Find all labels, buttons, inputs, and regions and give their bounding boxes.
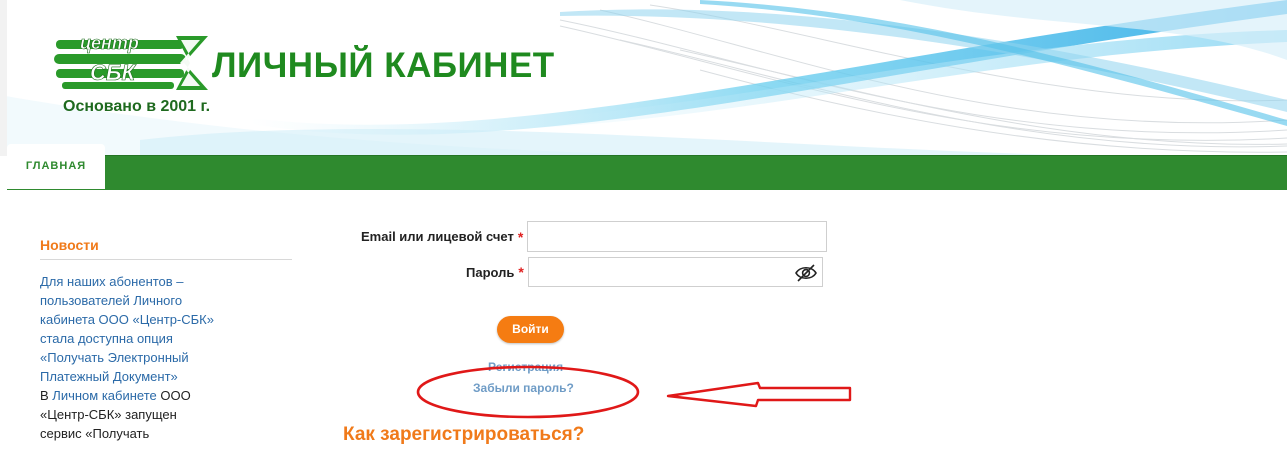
main-navbar [7,155,1287,190]
arrow-left-icon [666,381,852,408]
news-item-link[interactable]: Для наших абонентов – пользователей Личн… [40,272,220,386]
header-left-strip [0,0,7,156]
required-mark: * [517,228,524,245]
required-mark: * [518,264,524,280]
news-item-prefix: В [40,388,53,403]
site-title: ЛИЧНЫЙ КАБИНЕТ [212,46,555,85]
register-link[interactable]: Регистрация [488,360,563,374]
email-row: Email или лицевой счет * [361,221,828,252]
password-row: Пароль * [466,257,823,287]
email-field[interactable] [527,221,828,252]
personal-cabinet-link[interactable]: Личном кабинете [52,388,156,403]
forgot-password-link[interactable]: Забыли пароль? [473,381,574,395]
news-item-text: В Личном кабинете ООО «Центр-СБК» запуще… [40,386,220,443]
how-to-register-heading: Как зарегистрироваться? [343,424,585,445]
password-field[interactable] [527,257,823,287]
company-logo: центр СБК [54,33,208,90]
logo-top-text: центр [80,33,139,53]
founded-text: Основано в 2001 г. [63,98,211,115]
logo-bottom-text: СБК [90,60,136,85]
tab-main[interactable]: ГЛАВНАЯ [7,144,105,189]
site-header: центр СБК ЛИЧНЫЙ КАБИНЕТ Основано в 2001… [0,0,1287,156]
eye-slash-icon[interactable] [794,263,817,283]
news-sidebar: Новости Для наших абонентов – пользовате… [40,230,292,443]
news-list: Для наших абонентов – пользователей Личн… [40,272,292,443]
password-label: Пароль [466,264,515,280]
email-label: Email или лицевой счет [361,229,514,244]
news-heading: Новости [40,230,292,260]
login-button[interactable]: Войти [497,316,564,343]
